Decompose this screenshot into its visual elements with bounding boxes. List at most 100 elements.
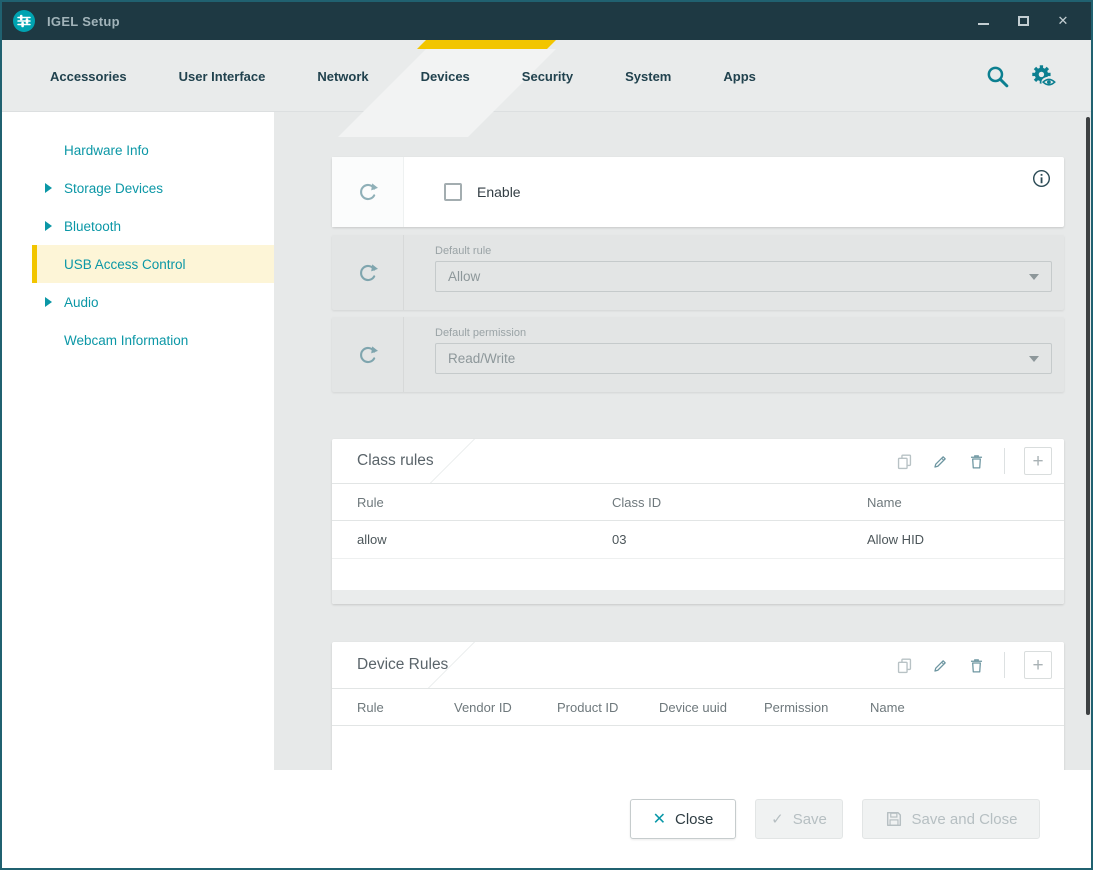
column-header: Vendor ID: [454, 700, 557, 715]
minimize-button[interactable]: [975, 13, 991, 29]
class-rules-delete-button[interactable]: [968, 453, 985, 470]
close-window-button[interactable]: ✕: [1055, 13, 1071, 29]
class-rules-table-header: Rule Class ID Name: [332, 483, 1064, 521]
reset-default-rule-button[interactable]: [332, 235, 404, 310]
chevron-down-icon: [1029, 274, 1039, 280]
class-rules-card: Class rules + Rule: [332, 439, 1064, 604]
device-rules-title: Device Rules: [357, 656, 448, 674]
enable-checkbox[interactable]: [444, 183, 462, 201]
tab-user-interface[interactable]: User Interface: [179, 69, 266, 84]
minimize-icon: [978, 23, 989, 25]
default-rule-label: Default rule: [435, 245, 1052, 257]
tab-network[interactable]: Network: [317, 69, 368, 84]
trash-icon: [968, 453, 985, 470]
pencil-icon: [932, 657, 949, 674]
column-header: Permission: [764, 700, 870, 715]
search-icon[interactable]: [985, 64, 1010, 89]
sidebar-item-label: Webcam Information: [64, 333, 188, 348]
gear-eye-icon[interactable]: [1030, 63, 1057, 90]
tab-strip: Accessories User Interface Network Devic…: [50, 40, 756, 112]
cell-class-id: 03: [612, 532, 867, 547]
close-x-icon: ✕: [653, 809, 666, 829]
titlebar: IGEL Setup ✕: [2, 2, 1091, 40]
maximize-button[interactable]: [1015, 13, 1031, 29]
content-pane: Enable Default rule Allow Defaul: [274, 112, 1093, 770]
reset-enable-button[interactable]: [332, 157, 404, 227]
tab-devices[interactable]: Devices: [421, 69, 470, 84]
device-rules-toolbar: +: [896, 642, 1052, 688]
sidebar-item-label: Bluetooth: [64, 219, 121, 234]
class-rules-table-row[interactable]: allow 03 Allow HID: [332, 521, 1064, 559]
device-rules-edit-button[interactable]: [932, 657, 949, 674]
reset-to-default-icon: [357, 262, 379, 284]
expand-arrow-icon[interactable]: [45, 297, 52, 307]
expand-arrow-icon[interactable]: [45, 221, 52, 231]
reset-default-permission-button[interactable]: [332, 317, 404, 392]
column-header: Product ID: [557, 700, 659, 715]
close-button-label: Close: [675, 811, 713, 828]
class-rules-toolbar: +: [896, 439, 1052, 483]
sidebar-item-label: Audio: [64, 295, 99, 310]
igel-logo-icon: [12, 9, 36, 33]
tab-apps[interactable]: Apps: [723, 69, 756, 84]
class-rules-copy-button[interactable]: [896, 453, 913, 470]
footer-bar: ✕ Close ✓ Save Save and Close: [2, 770, 1091, 868]
sidebar-item-audio[interactable]: Audio: [2, 283, 274, 321]
tab-system[interactable]: System: [625, 69, 671, 84]
sidebar-item-label: Storage Devices: [64, 181, 163, 196]
enable-card: Enable: [332, 157, 1064, 227]
trash-icon: [968, 657, 985, 674]
class-rules-edit-button[interactable]: [932, 453, 949, 470]
header-slant-divider: [430, 439, 475, 483]
device-rules-add-button[interactable]: +: [1024, 651, 1052, 679]
horizontal-scrollbar[interactable]: [332, 590, 1064, 604]
save-and-close-button-label: Save and Close: [912, 811, 1018, 828]
info-icon[interactable]: [1032, 169, 1051, 188]
toolbar-divider: [1004, 448, 1005, 474]
close-button[interactable]: ✕ Close: [630, 799, 736, 839]
floppy-icon: [885, 810, 903, 828]
reset-to-default-icon: [357, 181, 379, 203]
save-button-label: Save: [793, 811, 827, 828]
default-rule-value: Allow: [448, 269, 480, 284]
sidebar-item-storage-devices[interactable]: Storage Devices: [2, 169, 274, 207]
column-header: Rule: [357, 700, 454, 715]
copy-icon: [896, 453, 913, 470]
window-controls: ✕: [975, 13, 1081, 29]
tab-security[interactable]: Security: [522, 69, 573, 84]
sidebar-item-usb-access-control[interactable]: USB Access Control: [2, 245, 274, 283]
cell-name: Allow HID: [867, 532, 1039, 547]
default-permission-select[interactable]: Read/Write: [435, 343, 1052, 374]
sidebar-item-bluetooth[interactable]: Bluetooth: [2, 207, 274, 245]
default-rule-card: Default rule Allow: [332, 235, 1064, 310]
column-header: Device uuid: [659, 700, 764, 715]
device-rules-card: Device Rules + Rule: [332, 642, 1064, 770]
igel-setup-window: IGEL Setup ✕ Accessories User Interface …: [0, 0, 1093, 870]
sidebar-item-webcam-information[interactable]: Webcam Information: [2, 321, 274, 359]
enable-label: Enable: [477, 184, 521, 200]
save-and-close-button[interactable]: Save and Close: [862, 799, 1040, 839]
class-rules-add-button[interactable]: +: [1024, 447, 1052, 475]
default-permission-card: Default permission Read/Write: [332, 317, 1064, 392]
expand-arrow-icon[interactable]: [45, 183, 52, 193]
class-rules-title: Class rules: [357, 452, 434, 470]
vertical-scrollbar[interactable]: [1086, 117, 1090, 715]
column-header: Rule: [357, 495, 612, 510]
column-header: Name: [870, 700, 1039, 715]
device-rules-copy-button[interactable]: [896, 657, 913, 674]
tab-bar: Accessories User Interface Network Devic…: [2, 40, 1091, 112]
sidebar-item-label: USB Access Control: [64, 257, 186, 272]
reset-to-default-icon: [357, 344, 379, 366]
save-button[interactable]: ✓ Save: [755, 799, 843, 839]
sidebar: Hardware Info Storage Devices Bluetooth …: [2, 112, 274, 770]
tabbar-actions: [985, 40, 1057, 112]
tab-accessories[interactable]: Accessories: [50, 69, 127, 84]
column-header: Class ID: [612, 495, 867, 510]
sidebar-item-hardware-info[interactable]: Hardware Info: [2, 131, 274, 169]
default-rule-select[interactable]: Allow: [435, 261, 1052, 292]
maximize-icon: [1018, 16, 1029, 26]
check-icon: ✓: [771, 810, 784, 828]
device-rules-delete-button[interactable]: [968, 657, 985, 674]
chevron-down-icon: [1029, 356, 1039, 362]
window-title: IGEL Setup: [47, 14, 120, 29]
